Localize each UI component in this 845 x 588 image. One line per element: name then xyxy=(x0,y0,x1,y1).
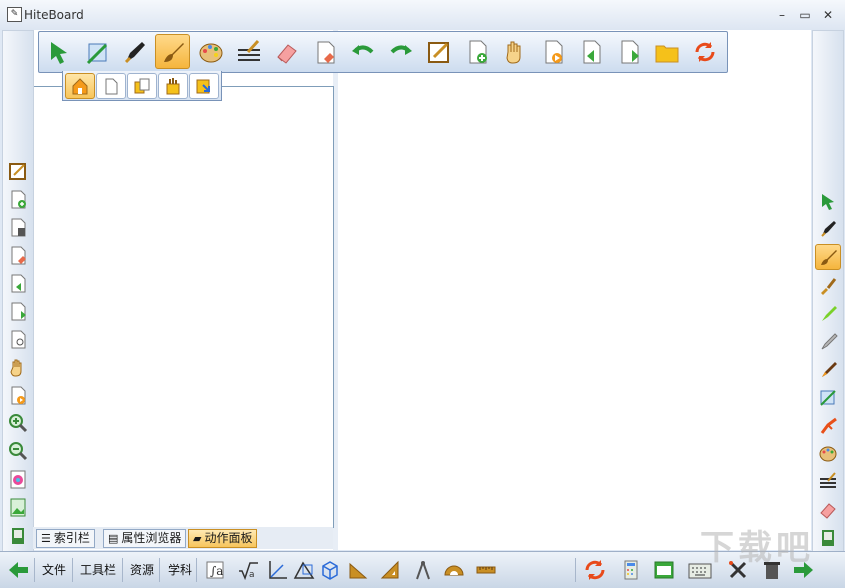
coordinate-axes-icon[interactable] xyxy=(263,556,291,584)
new-page-tool-icon[interactable] xyxy=(459,34,494,69)
export-tab-icon[interactable] xyxy=(189,73,219,99)
file-menu[interactable]: 文件 xyxy=(42,561,66,579)
zoom-in-icon[interactable] xyxy=(6,411,30,435)
color-wheel-icon[interactable] xyxy=(6,467,30,491)
calculator-icon[interactable] xyxy=(617,556,645,584)
left-toolbar xyxy=(2,30,34,552)
color-palette-icon[interactable] xyxy=(816,441,840,465)
index-bar-label: 索引栏 xyxy=(53,531,90,545)
play-page-icon[interactable] xyxy=(6,383,30,407)
3d-cube-icon[interactable] xyxy=(316,556,344,584)
add-page-icon[interactable] xyxy=(6,187,30,211)
resources-tab-icon[interactable] xyxy=(158,73,188,99)
svg-text:∫a: ∫a xyxy=(210,564,223,578)
zoom-page-icon[interactable] xyxy=(6,327,30,351)
panel-tab-strip xyxy=(62,71,222,101)
formula-edit-icon[interactable]: ∫a xyxy=(202,556,230,584)
side-panel-tabs: ☰ 索引栏 ▤ 属性浏览器 ▰ 动作面板 xyxy=(33,527,333,549)
properties-icon: ▤ xyxy=(108,532,119,545)
prev-page-icon[interactable] xyxy=(6,271,30,295)
blank-page-tab-icon[interactable] xyxy=(96,73,126,99)
window-title: HiteBoard xyxy=(24,8,84,22)
hand-pan-tool-icon[interactable] xyxy=(497,34,532,69)
brush-icon[interactable] xyxy=(815,244,841,270)
separator xyxy=(34,558,35,582)
undo-icon[interactable] xyxy=(345,34,380,69)
triangle-ruler-icon[interactable] xyxy=(344,556,372,584)
close-button[interactable]: ✕ xyxy=(819,6,837,24)
separator xyxy=(122,558,123,582)
title-bar: ✎ HiteBoard – ▭ ✕ xyxy=(0,0,845,30)
geometry-shapes-icon[interactable] xyxy=(290,556,318,584)
crayon-icon[interactable] xyxy=(816,357,840,381)
separator xyxy=(72,558,73,582)
paint-brush-icon[interactable] xyxy=(816,273,840,297)
play-page-tool-icon[interactable] xyxy=(535,34,570,69)
separator xyxy=(575,558,576,582)
property-browser-tab[interactable]: ▤ 属性浏览器 xyxy=(103,529,187,548)
page-eraser-icon[interactable] xyxy=(6,243,30,267)
prev-page-arrow-icon[interactable] xyxy=(4,556,32,584)
fountain-pen-tool-icon[interactable] xyxy=(117,34,152,69)
marker-icon[interactable] xyxy=(816,329,840,353)
open-folder-icon[interactable] xyxy=(649,34,684,69)
right-toolbar xyxy=(812,30,844,552)
image-icon[interactable] xyxy=(6,495,30,519)
select-arrow-tool-icon[interactable] xyxy=(41,34,76,69)
line-style-icon[interactable] xyxy=(816,469,840,493)
brush-tool-icon[interactable] xyxy=(155,34,190,69)
recycle-icon[interactable] xyxy=(6,523,30,547)
fountain-pen-icon[interactable] xyxy=(816,217,840,241)
color-palette-tool-icon[interactable] xyxy=(193,34,228,69)
eraser-tool-icon[interactable] xyxy=(269,34,304,69)
animation-panel-tab[interactable]: ▰ 动作面板 xyxy=(188,529,258,548)
ruler-icon[interactable] xyxy=(472,556,500,584)
separator xyxy=(159,558,160,582)
list-icon: ☰ xyxy=(41,532,51,545)
redo-icon[interactable] xyxy=(383,34,418,69)
maximize-button[interactable]: ▭ xyxy=(796,6,814,24)
recycle-right-icon[interactable] xyxy=(816,525,840,549)
next-page-icon[interactable] xyxy=(6,299,30,323)
home-tab-icon[interactable] xyxy=(65,73,95,99)
animation-icon: ▰ xyxy=(193,532,202,545)
select-arrow-icon[interactable] xyxy=(816,189,840,213)
next-page-tool-icon[interactable] xyxy=(611,34,646,69)
separator xyxy=(196,558,197,582)
main-toolbar xyxy=(38,31,728,73)
subject-menu[interactable]: 学科 xyxy=(168,561,192,579)
zoom-out-icon[interactable] xyxy=(6,439,30,463)
toolbar-menu[interactable]: 工具栏 xyxy=(80,561,116,579)
watermark-logo: 下载吧 xyxy=(700,528,814,568)
compass-icon[interactable] xyxy=(409,556,437,584)
copy-pages-tab-icon[interactable] xyxy=(127,73,157,99)
resources-menu[interactable]: 资源 xyxy=(130,561,154,579)
eraser-icon[interactable] xyxy=(816,497,840,521)
app-logo-icon: ✎ xyxy=(7,7,22,22)
page-eraser-tool-icon[interactable] xyxy=(307,34,342,69)
highlighter-icon[interactable] xyxy=(816,301,840,325)
edit-note-icon[interactable] xyxy=(6,159,30,183)
refresh-icon[interactable] xyxy=(581,556,609,584)
hand-pan-icon[interactable] xyxy=(6,355,30,379)
prev-page-tool-icon[interactable] xyxy=(573,34,608,69)
magic-pen-icon[interactable] xyxy=(816,385,840,409)
line-style-tool-icon[interactable] xyxy=(231,34,266,69)
set-square-icon[interactable] xyxy=(376,556,404,584)
screen-capture-icon[interactable] xyxy=(650,556,678,584)
minimize-button[interactable]: – xyxy=(773,6,791,24)
animation-panel-label: 动作面板 xyxy=(204,531,253,545)
property-browser-label: 属性浏览器 xyxy=(121,531,182,545)
index-bar-tab[interactable]: ☰ 索引栏 xyxy=(36,529,95,548)
svg-text:a: a xyxy=(249,570,255,580)
laser-pen-icon[interactable] xyxy=(816,413,840,437)
magic-pen-tool-icon[interactable] xyxy=(79,34,114,69)
side-panel xyxy=(33,86,334,528)
protractor-icon[interactable] xyxy=(440,556,468,584)
refresh-tool-icon[interactable] xyxy=(687,34,722,69)
delete-page-icon[interactable] xyxy=(6,215,30,239)
formula-sqrt-icon[interactable]: a xyxy=(234,556,262,584)
edit-note-tool-icon[interactable] xyxy=(421,34,456,69)
